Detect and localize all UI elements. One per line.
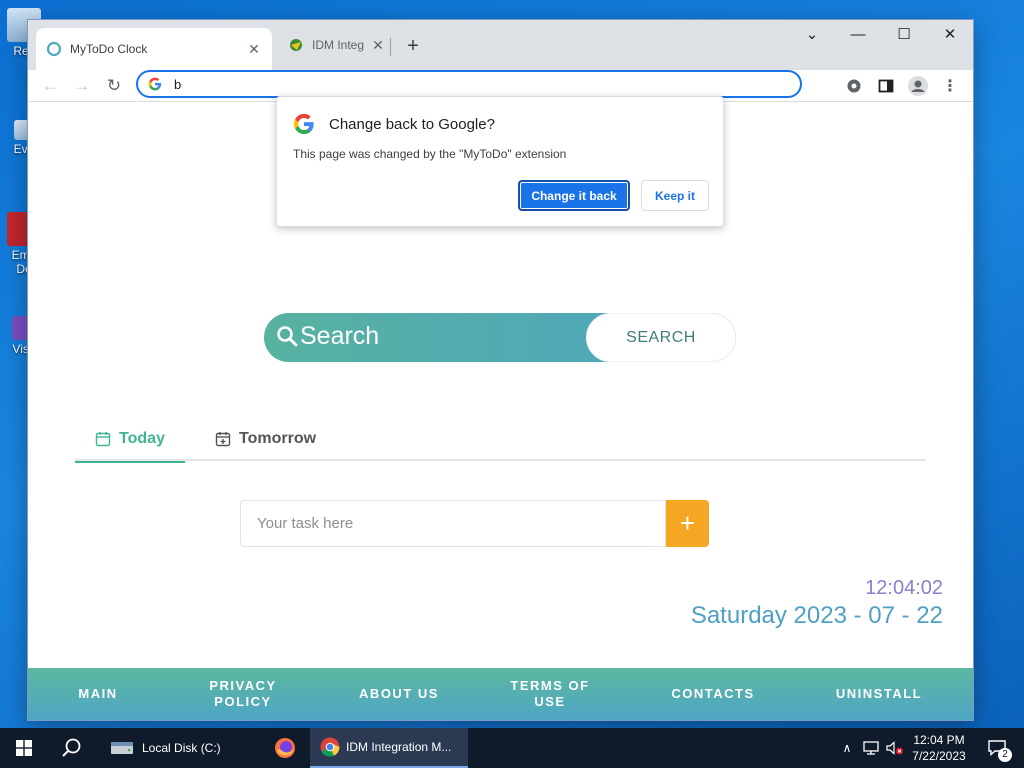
browser-window: MyToDo Clock ✕ IDM Integ ✕ + ⌄ — ☐ ✕ ← →…: [28, 20, 973, 720]
calendar-plus-icon: [215, 432, 231, 447]
taskbar-item-firefox[interactable]: [262, 728, 308, 768]
footer-link-uninstall[interactable]: UNINSTALL: [824, 668, 934, 720]
tab-mytodo-clock[interactable]: MyToDo Clock ✕: [36, 28, 272, 70]
footer-link-privacy-policy[interactable]: PRIVACY POLICY: [193, 668, 293, 720]
drive-icon: [111, 742, 133, 754]
clock-time: 12:04:02: [865, 577, 943, 599]
tab-close-icon[interactable]: ✕: [246, 41, 262, 58]
firefox-icon: [275, 738, 295, 758]
arrow-left-icon: ←: [41, 76, 59, 95]
notification-count: 2: [998, 748, 1012, 762]
clock-date: Saturday 2023 - 07 - 22: [690, 602, 943, 629]
browser-menu-button[interactable]: ⋮: [938, 74, 962, 98]
popup-title: Change back to Google?: [329, 115, 495, 133]
taskbar-item-label: Local Disk (C:): [142, 741, 221, 755]
tab-idm-integration[interactable]: IDM Integ ✕: [278, 28, 396, 62]
network-tray-button[interactable]: [860, 728, 882, 768]
search-change-popup: Change back to Google? This page was cha…: [276, 96, 724, 227]
mytodo-favicon-icon: [46, 41, 62, 57]
change-it-back-button[interactable]: Change it back: [518, 180, 630, 211]
task-input[interactable]: [240, 500, 666, 547]
show-hidden-icons-button[interactable]: ∧: [836, 728, 858, 768]
footer-link-terms-of-use[interactable]: TERMS OF USE: [498, 668, 602, 720]
popup-header: Change back to Google?: [293, 113, 495, 135]
search-taskbar-button[interactable]: [48, 728, 96, 768]
tab-tomorrow[interactable]: Tomorrow: [215, 417, 316, 461]
search-icon: [277, 326, 298, 347]
reload-icon: ↻: [106, 76, 122, 95]
profile-button[interactable]: [906, 74, 930, 98]
tab-close-icon[interactable]: ✕: [370, 37, 386, 54]
chevron-up-icon: ∧: [842, 741, 852, 755]
tab-today[interactable]: Today: [75, 417, 185, 463]
tab-search-button[interactable]: ⌄: [789, 20, 835, 50]
taskbar: Local Disk (C:) IDM Integration M... ∧ 1…: [0, 728, 1024, 768]
tab-title: MyToDo Clock: [70, 42, 148, 56]
day-tabs: Today Tomorrow: [75, 417, 926, 463]
back-button[interactable]: ←: [38, 74, 62, 98]
volume-tray-button[interactable]: [884, 728, 906, 768]
idm-favicon-icon: [290, 39, 302, 51]
taskbar-item-chrome[interactable]: IDM Integration M...: [310, 728, 468, 768]
extensions-button[interactable]: [842, 74, 866, 98]
side-panel-button[interactable]: [874, 74, 898, 98]
plus-icon: +: [679, 508, 696, 538]
tab-tomorrow-label: Tomorrow: [239, 430, 317, 447]
taskbar-date: 7/22/2023: [912, 749, 966, 763]
reload-button[interactable]: ↻: [102, 74, 126, 98]
network-icon: [863, 741, 879, 755]
taskbar-time: 12:04 PM: [913, 733, 965, 747]
puzzle-icon: [847, 79, 861, 93]
tab-strip: MyToDo Clock ✕ IDM Integ ✕ + ⌄ — ☐ ✕: [28, 20, 973, 70]
volume-muted-icon: [886, 741, 903, 755]
keep-it-button[interactable]: Keep it: [641, 180, 709, 211]
search-bar[interactable]: Search SEARCH: [264, 313, 736, 362]
taskbar-item-label: IDM Integration M...: [346, 740, 452, 754]
footer-link-main[interactable]: MAIN: [58, 668, 138, 720]
footer-link-contacts[interactable]: CONTACTS: [658, 668, 768, 720]
close-window-button[interactable]: ✕: [927, 20, 973, 50]
start-button[interactable]: [0, 728, 48, 768]
action-center-button[interactable]: 2: [976, 728, 1020, 768]
taskbar-item-local-disk[interactable]: Local Disk (C:): [104, 728, 260, 768]
tab-today-label: Today: [119, 430, 165, 447]
add-task-button[interactable]: +: [666, 500, 709, 547]
forward-button[interactable]: →: [70, 74, 94, 98]
search-label: Search: [300, 322, 380, 350]
chrome-icon: [320, 737, 340, 757]
popup-message: This page was changed by the "MyToDo" ex…: [293, 147, 567, 161]
search-button[interactable]: SEARCH: [586, 313, 736, 362]
footer-link-about-us[interactable]: ABOUT US: [359, 668, 439, 720]
google-g-icon: [148, 77, 162, 91]
new-tab-button[interactable]: +: [400, 34, 426, 60]
footer: MAIN PRIVACY POLICY ABOUT US TERMS OF US…: [28, 668, 973, 720]
avatar-icon: [908, 76, 928, 96]
address-bar[interactable]: b: [136, 70, 802, 98]
minimize-button[interactable]: —: [835, 20, 881, 50]
kebab-menu-icon: ⋮: [942, 78, 958, 95]
arrow-right-icon: →: [73, 76, 91, 95]
tab-title: IDM Integ: [312, 38, 365, 52]
side-panel-icon: [878, 79, 894, 93]
address-text: b: [174, 76, 182, 92]
tab-separator: [390, 38, 391, 56]
calendar-icon: [95, 432, 111, 447]
taskbar-clock[interactable]: 12:04 PM 7/22/2023: [908, 728, 970, 768]
google-g-icon: [293, 113, 314, 135]
windows-logo-icon: [16, 740, 32, 756]
maximize-button[interactable]: ☐: [881, 20, 927, 50]
search-icon: [62, 738, 81, 757]
